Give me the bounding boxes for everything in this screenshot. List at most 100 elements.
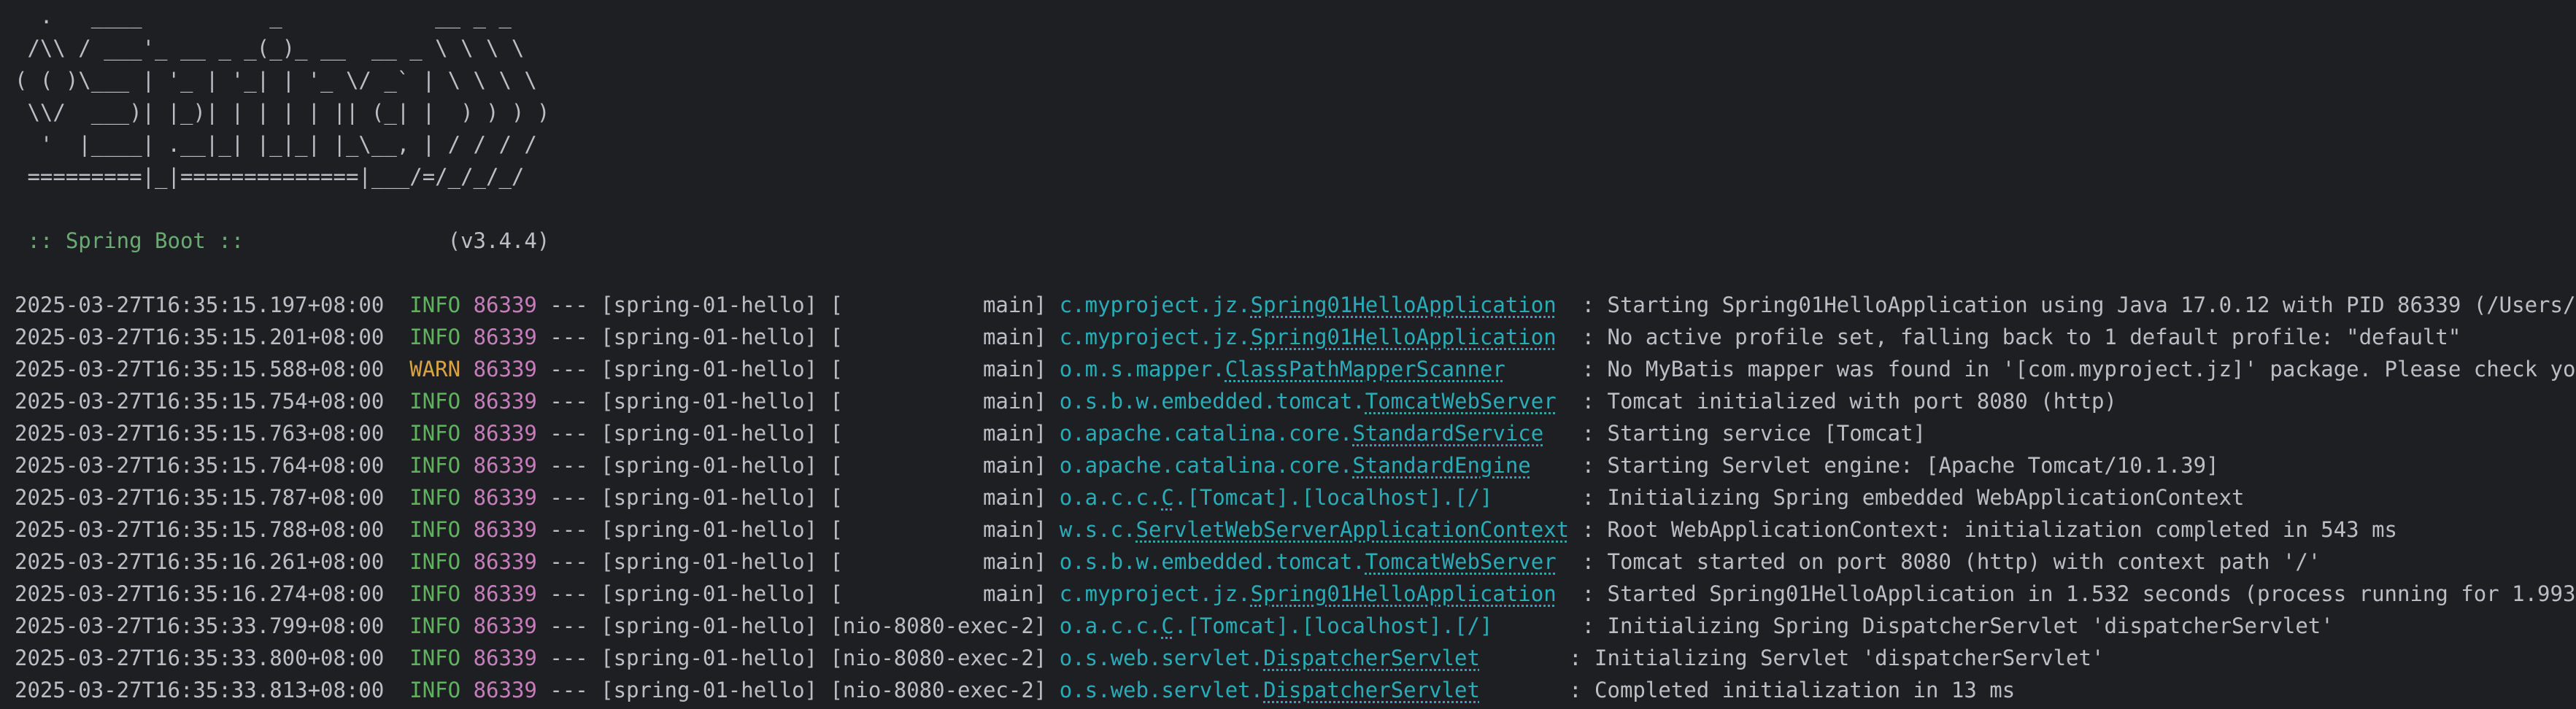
log-logger-package: o.s.b.w.embedded.tomcat. bbox=[1059, 389, 1365, 414]
log-message: : No active profile set, falling back to… bbox=[1581, 325, 2461, 349]
log-app-name: --- [spring-01-hello] bbox=[549, 517, 830, 542]
log-message: : Starting service [Tomcat] bbox=[1581, 421, 1927, 446]
log-level: INFO bbox=[409, 292, 461, 317]
log-line: 2025-03-27T16:35:15.201+08:00 INFO 86339… bbox=[15, 321, 2461, 353]
log-gap bbox=[537, 581, 549, 606]
log-logger-class[interactable]: ClassPathMapperScanner bbox=[1225, 357, 1505, 381]
log-level: INFO bbox=[409, 613, 461, 638]
log-logger-class[interactable]: ServletWebServerApplicationContext bbox=[1136, 517, 1570, 542]
log-pad bbox=[1557, 325, 1582, 349]
log-message: : Completed initialization in 13 ms bbox=[1569, 678, 2016, 702]
log-pad bbox=[1480, 678, 1569, 702]
log-gap bbox=[384, 421, 409, 446]
log-gap bbox=[460, 485, 473, 510]
log-level: INFO bbox=[409, 389, 461, 414]
log-gap bbox=[384, 613, 409, 638]
log-timestamp: 2025-03-27T16:35:33.799+08:00 bbox=[15, 613, 385, 638]
log-level: INFO bbox=[409, 549, 461, 574]
log-gap bbox=[460, 581, 473, 606]
log-logger-package: w.s.c. bbox=[1059, 517, 1136, 542]
log-pad bbox=[1492, 613, 1581, 638]
log-timestamp: 2025-03-27T16:35:15.788+08:00 bbox=[15, 517, 385, 542]
log-timestamp: 2025-03-27T16:35:15.197+08:00 bbox=[15, 292, 385, 317]
log-pad bbox=[1492, 485, 1581, 510]
log-line: 2025-03-27T16:35:15.754+08:00 INFO 86339… bbox=[15, 385, 2117, 417]
log-gap bbox=[460, 389, 473, 414]
log-message: : Started Spring01HelloApplication in 1.… bbox=[1581, 581, 2576, 606]
log-line: 2025-03-27T16:35:15.788+08:00 INFO 86339… bbox=[15, 514, 2397, 546]
log-level: INFO bbox=[409, 517, 461, 542]
log-pid: 86339 bbox=[473, 357, 537, 381]
banner-line: . ____ _ __ _ _ bbox=[15, 4, 512, 28]
log-logger-class[interactable]: DispatcherServlet bbox=[1263, 678, 1480, 702]
log-line: 2025-03-27T16:35:16.261+08:00 INFO 86339… bbox=[15, 546, 2321, 578]
spring-boot-label: :: Spring Boot :: bbox=[15, 228, 257, 253]
log-pid: 86339 bbox=[473, 581, 537, 606]
log-timestamp: 2025-03-27T16:35:33.800+08:00 bbox=[15, 646, 385, 670]
log-gap bbox=[537, 485, 549, 510]
log-gap bbox=[460, 517, 473, 542]
log-message: : Starting Servlet engine: [Apache Tomca… bbox=[1581, 453, 2219, 478]
log-logger-package: o.a.c.c. bbox=[1059, 613, 1162, 638]
log-level: INFO bbox=[409, 485, 461, 510]
log-logger-class[interactable]: TomcatWebServer bbox=[1365, 389, 1557, 414]
log-logger-class[interactable]: StandardService bbox=[1352, 421, 1543, 446]
log-app-name: --- [spring-01-hello] bbox=[549, 325, 830, 349]
log-gap bbox=[384, 357, 409, 381]
log-pid: 86339 bbox=[473, 485, 537, 510]
log-level: INFO bbox=[409, 325, 461, 349]
log-timestamp: 2025-03-27T16:35:15.201+08:00 bbox=[15, 325, 385, 349]
log-logger-class[interactable]: StandardEngine bbox=[1352, 453, 1530, 478]
banner-line: =========|_|==============|___/=/_/_/_/ bbox=[15, 164, 525, 189]
log-pid: 86339 bbox=[473, 389, 537, 414]
log-thread: [ main] bbox=[830, 549, 1060, 574]
log-logger-class[interactable]: Spring01HelloApplication bbox=[1251, 292, 1557, 317]
log-line: 2025-03-27T16:35:15.588+08:00 WARN 86339… bbox=[15, 353, 2576, 385]
log-thread: [ main] bbox=[830, 485, 1060, 510]
log-gap bbox=[460, 325, 473, 349]
log-app-name: --- [spring-01-hello] bbox=[549, 421, 830, 446]
log-thread: [ main] bbox=[830, 325, 1060, 349]
log-level: INFO bbox=[409, 646, 461, 670]
log-timestamp: 2025-03-27T16:35:15.763+08:00 bbox=[15, 421, 385, 446]
log-gap bbox=[460, 357, 473, 381]
log-gap bbox=[460, 613, 473, 638]
log-pid: 86339 bbox=[473, 325, 537, 349]
log-logger-class[interactable]: C bbox=[1161, 485, 1173, 510]
log-gap bbox=[384, 389, 409, 414]
log-pid: 86339 bbox=[473, 549, 537, 574]
log-logger-class[interactable]: TomcatWebServer bbox=[1365, 549, 1557, 574]
log-level: INFO bbox=[409, 453, 461, 478]
banner-line: \\/ ___)| |_)| | | | | || (_| | ) ) ) ) bbox=[15, 100, 550, 125]
log-thread: [ main] bbox=[830, 517, 1060, 542]
log-gap bbox=[460, 421, 473, 446]
log-timestamp: 2025-03-27T16:35:15.588+08:00 bbox=[15, 357, 385, 381]
log-logger-class[interactable]: Spring01HelloApplication bbox=[1251, 325, 1557, 349]
log-logger-package: o.m.s.mapper. bbox=[1059, 357, 1225, 381]
log-logger-package: o.s.b.w.embedded.tomcat. bbox=[1059, 549, 1365, 574]
log-gap bbox=[384, 581, 409, 606]
log-app-name: --- [spring-01-hello] bbox=[549, 613, 830, 638]
log-gap bbox=[384, 549, 409, 574]
log-app-name: --- [spring-01-hello] bbox=[549, 389, 830, 414]
log-logger-package: c.myproject.jz. bbox=[1059, 581, 1251, 606]
log-gap bbox=[537, 678, 549, 702]
log-gap bbox=[460, 549, 473, 574]
log-logger-class[interactable]: C bbox=[1161, 613, 1173, 638]
banner-line: /\\ / ___'_ __ _ _(_)_ __ __ _ \ \ \ \ bbox=[15, 36, 525, 61]
console-output[interactable]: . ____ _ __ _ _ /\\ / ___'_ __ _ _(_)_ _… bbox=[0, 0, 2576, 709]
log-message: : Tomcat started on port 8080 (http) wit… bbox=[1581, 549, 2321, 574]
log-thread: [ main] bbox=[830, 389, 1060, 414]
log-logger-class[interactable]: DispatcherServlet bbox=[1263, 646, 1480, 670]
log-timestamp: 2025-03-27T16:35:15.787+08:00 bbox=[15, 485, 385, 510]
log-pid: 86339 bbox=[473, 517, 537, 542]
log-thread: [ main] bbox=[830, 292, 1060, 317]
log-pid: 86339 bbox=[473, 613, 537, 638]
log-gap bbox=[537, 421, 549, 446]
log-thread: [ main] bbox=[830, 357, 1060, 381]
log-thread: [nio-8080-exec-2] bbox=[830, 678, 1060, 702]
log-thread: [ main] bbox=[830, 581, 1060, 606]
log-gap bbox=[460, 678, 473, 702]
log-line: 2025-03-27T16:35:15.764+08:00 INFO 86339… bbox=[15, 449, 2219, 481]
log-logger-class[interactable]: Spring01HelloApplication bbox=[1251, 581, 1557, 606]
